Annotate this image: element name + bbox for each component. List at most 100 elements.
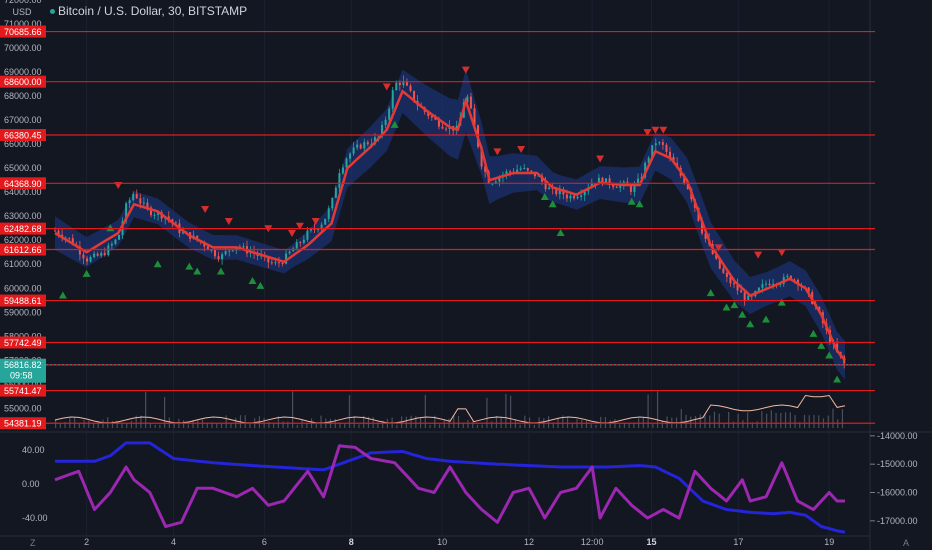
volume-bar — [126, 423, 128, 428]
volume-bar — [429, 424, 431, 428]
volume-bar — [756, 421, 758, 428]
volume-bar — [590, 424, 592, 428]
candle-body — [302, 239, 305, 243]
oscillator-right-tick: -15000.00 — [877, 459, 918, 469]
volume-bar — [268, 421, 270, 428]
candle-body — [530, 170, 533, 172]
volume-bar — [320, 415, 322, 428]
candle-body — [117, 235, 120, 240]
volume-bar — [88, 420, 90, 428]
price-tick-label: 68000.00 — [4, 91, 42, 101]
volume-bar — [249, 423, 251, 428]
sell-signal-marker — [288, 230, 296, 238]
candle-body — [213, 249, 216, 257]
candle-body — [665, 144, 668, 152]
candle-body — [96, 253, 99, 256]
sell-signal-marker — [382, 83, 391, 91]
candle-body — [786, 275, 789, 277]
volume-bar — [808, 415, 810, 428]
candle-body — [89, 257, 92, 262]
volume-bar — [761, 411, 763, 428]
oscillator-left-tick: 0.00 — [22, 479, 40, 489]
volume-bar — [794, 415, 796, 428]
volume-bar — [111, 420, 114, 428]
time-tick-label: 10 — [437, 537, 447, 547]
candle-body — [658, 142, 661, 144]
sell-signal-marker — [517, 145, 526, 153]
symbol-title[interactable]: Bitcoin / U.S. Dollar, 30, BITSTAMP — [58, 4, 247, 18]
candle-body — [274, 262, 277, 264]
candle-body — [573, 195, 576, 199]
candle-body — [565, 194, 568, 199]
candle-body — [231, 250, 234, 252]
candle-body — [338, 173, 341, 188]
candle-body — [661, 142, 664, 145]
candle-body — [576, 196, 579, 199]
candle-body — [519, 168, 522, 170]
buy-signal-marker — [722, 303, 731, 311]
candle-body — [359, 144, 362, 149]
volume-bar — [159, 424, 161, 428]
sell-signal-marker — [201, 205, 210, 213]
time-tick-label: 19 — [824, 537, 834, 547]
volume-bar — [282, 421, 284, 428]
candle-body — [54, 230, 56, 232]
time-tick-label: 12:00 — [581, 537, 604, 547]
candle-body — [384, 119, 387, 125]
level-label: 68600.00 — [4, 77, 42, 87]
time-tick-label: 4 — [171, 537, 176, 547]
candle-body — [747, 295, 750, 300]
volume-bar — [78, 423, 80, 428]
candle-body — [761, 284, 764, 288]
level-label: 70685.66 — [4, 27, 42, 37]
volume-bar — [149, 423, 151, 428]
level-label: 55741.47 — [4, 386, 42, 396]
candle-body — [68, 237, 71, 239]
volume-bar — [690, 416, 692, 428]
volume-bar — [472, 421, 474, 428]
candle-body — [469, 96, 472, 109]
volume-bar — [467, 419, 469, 428]
candle-body — [743, 292, 746, 300]
candle-body — [107, 245, 110, 256]
volume-bar — [803, 414, 806, 428]
candle-body — [349, 153, 352, 159]
volume-bar — [737, 413, 739, 428]
price-tick-label: 72000.00 — [4, 0, 42, 5]
volume-bar — [789, 412, 791, 428]
volume-bar — [457, 415, 460, 428]
volume-bar — [780, 412, 782, 428]
candle-body — [441, 126, 444, 129]
level-label: 59488.61 — [4, 296, 42, 306]
volume-bar — [130, 420, 133, 428]
candle-body — [93, 253, 96, 258]
volume-bar — [500, 416, 502, 428]
volume-bar — [818, 415, 820, 428]
volume-bar — [372, 417, 374, 428]
volume-bar — [699, 414, 701, 428]
candle-body — [341, 167, 344, 174]
candle-body — [295, 242, 298, 249]
price-tick-label: 60000.00 — [4, 283, 42, 293]
candle-body — [580, 195, 583, 197]
candle-body — [398, 82, 401, 86]
level-label: 57742.49 — [4, 338, 42, 348]
volume-bar — [533, 424, 535, 428]
buy-signal-marker — [746, 320, 755, 328]
buy-signal-marker — [216, 267, 225, 275]
candle-body — [110, 243, 113, 246]
level-label: 54381.19 — [4, 419, 42, 429]
volume-bar — [832, 408, 834, 428]
candle-body — [306, 230, 309, 240]
candle-body — [409, 85, 412, 91]
chart-canvas[interactable]: 72000.0071000.0070000.0069000.0068000.00… — [0, 0, 932, 550]
candle-body — [388, 108, 391, 120]
candle-body — [103, 253, 106, 256]
timezone-toggle[interactable]: Z — [30, 538, 36, 548]
volume-bar — [292, 390, 294, 428]
auto-scale-toggle[interactable]: A — [903, 538, 909, 548]
volume-bar — [709, 415, 711, 428]
oscillator-right-tick: -14000.00 — [877, 431, 918, 441]
volume-bar — [585, 420, 588, 428]
volume-bar — [728, 411, 730, 428]
